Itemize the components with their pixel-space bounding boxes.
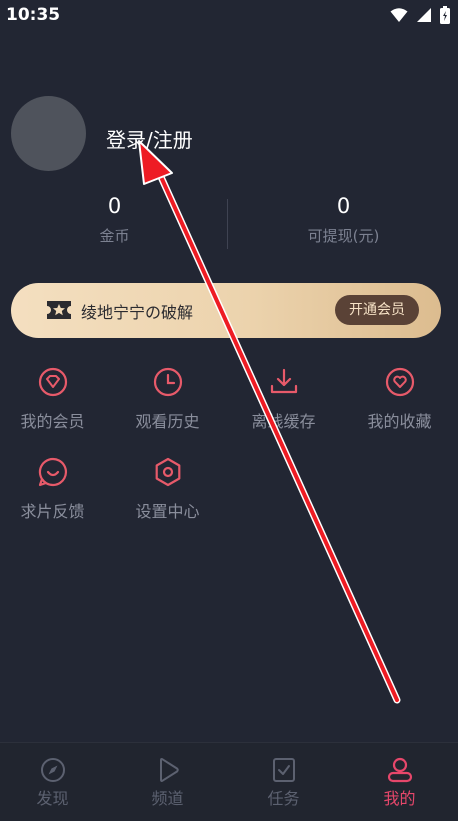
login-register-link[interactable]: 登录/注册 bbox=[106, 124, 193, 153]
menu-my-favorites[interactable]: 我的收藏 bbox=[342, 366, 457, 432]
nav-discover[interactable]: 发现 bbox=[0, 757, 110, 809]
menu-label: 求片反馈 bbox=[20, 502, 85, 521]
nav-tasks[interactable]: 任务 bbox=[226, 757, 341, 809]
stat-coins[interactable]: 0 金币 bbox=[0, 193, 229, 246]
chat-smile-icon bbox=[38, 457, 67, 487]
diamond-icon bbox=[38, 367, 67, 397]
nav-label: 频道 bbox=[151, 789, 184, 808]
battery-icon bbox=[440, 6, 450, 24]
status-bar: 10:35 bbox=[0, 0, 458, 32]
compass-icon bbox=[40, 758, 65, 782]
menu-label: 设置中心 bbox=[135, 502, 200, 521]
menu-watch-history[interactable]: 观看历史 bbox=[110, 366, 225, 432]
menu-my-membership[interactable]: 我的会员 bbox=[0, 366, 110, 432]
nav-mine[interactable]: 我的 bbox=[342, 757, 457, 809]
nav-label: 我的 bbox=[383, 789, 416, 808]
menu-label: 我的会员 bbox=[20, 412, 85, 431]
task-check-icon bbox=[272, 758, 295, 782]
menu-label: 观看历史 bbox=[135, 412, 200, 431]
withdrawable-value: 0 bbox=[336, 194, 351, 218]
settings-hexagon-icon bbox=[155, 457, 180, 487]
wifi-icon bbox=[390, 8, 408, 22]
clock-icon bbox=[153, 367, 182, 397]
signal-icon bbox=[417, 8, 431, 22]
vip-title: 绫地宁宁の破解 bbox=[81, 303, 194, 322]
nav-label: 任务 bbox=[267, 789, 300, 808]
status-time: 10:35 bbox=[6, 5, 61, 25]
vip-ticket-icon bbox=[47, 301, 71, 319]
menu-label: 我的收藏 bbox=[367, 412, 432, 431]
menu-offline-cache[interactable]: 离线缓存 bbox=[226, 366, 341, 432]
coins-value: 0 bbox=[107, 194, 122, 218]
nav-label: 发现 bbox=[36, 789, 69, 808]
vip-banner[interactable]: 绫地宁宁の破解 开通会员 bbox=[11, 283, 441, 338]
open-vip-button[interactable]: 开通会员 bbox=[335, 295, 419, 325]
download-icon bbox=[270, 368, 297, 394]
status-icons bbox=[390, 6, 450, 24]
play-icon bbox=[159, 758, 179, 782]
menu-label: 离线缓存 bbox=[251, 412, 316, 431]
bottom-nav: 发现 频道 任务 我的 bbox=[0, 742, 458, 821]
withdrawable-label: 可提现(元) bbox=[307, 227, 380, 245]
coins-label: 金币 bbox=[99, 227, 130, 245]
stat-divider bbox=[227, 199, 228, 249]
heart-icon bbox=[385, 367, 414, 397]
stat-withdrawable[interactable]: 0 可提现(元) bbox=[229, 193, 458, 246]
nav-channels[interactable]: 频道 bbox=[110, 757, 225, 809]
avatar[interactable] bbox=[11, 96, 86, 171]
menu-settings-center[interactable]: 设置中心 bbox=[110, 456, 225, 522]
menu-request-feedback[interactable]: 求片反馈 bbox=[0, 456, 110, 522]
user-icon bbox=[387, 757, 412, 783]
